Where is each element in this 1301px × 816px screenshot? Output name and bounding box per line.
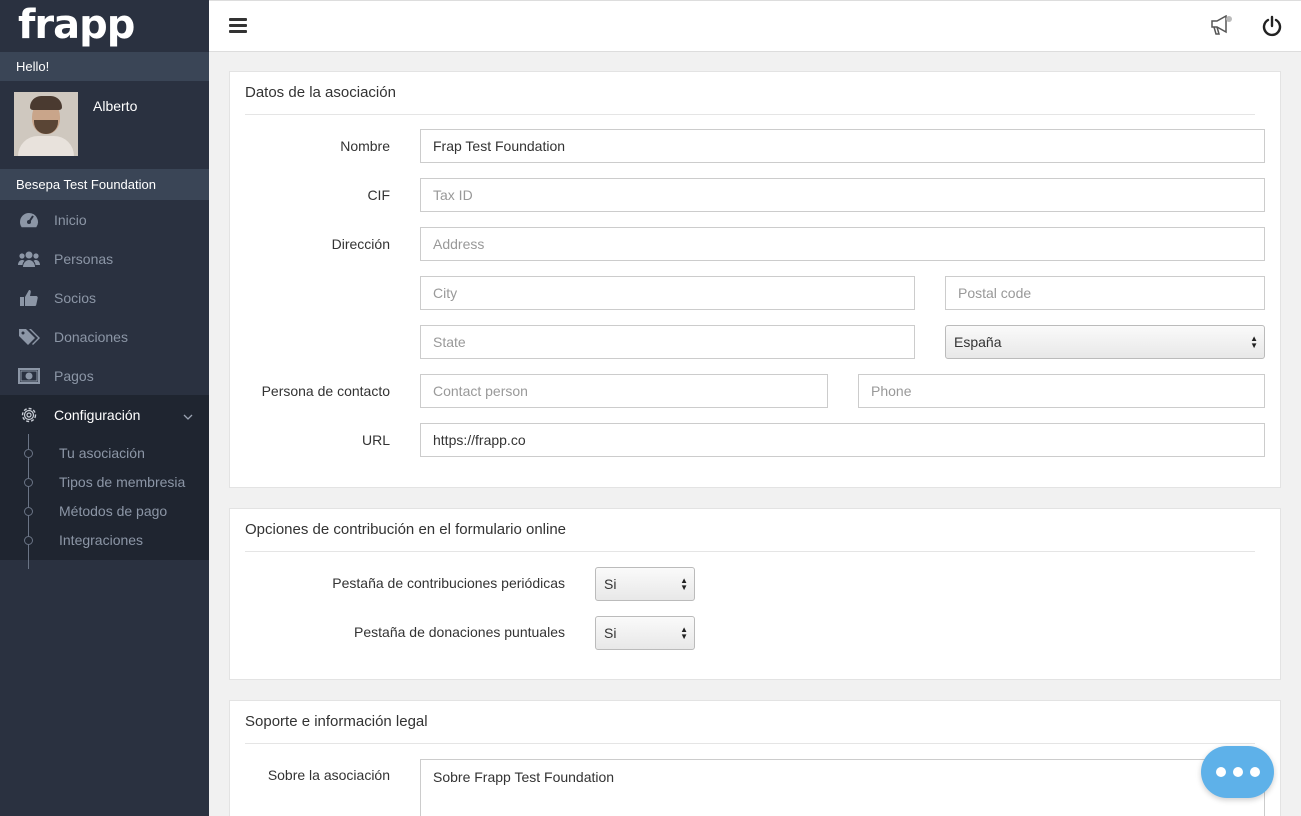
sidebar-item-label: Socios: [54, 289, 97, 306]
panel-title: Soporte e información legal: [245, 713, 428, 730]
sidebar-item-inicio[interactable]: Inicio: [0, 200, 209, 239]
sidebar: frapp Hello! Alberto Besepa Test Foundat…: [0, 0, 209, 816]
submenu-item-tu-asociacion[interactable]: Tu asociación: [0, 438, 209, 467]
money-icon: [18, 366, 40, 386]
sidebar-item-label: Configuración: [54, 406, 141, 423]
chevron-down-icon: [183, 407, 193, 423]
dashboard-icon: [18, 210, 40, 230]
organization-name: Besepa Test Foundation: [0, 169, 209, 200]
submenu-label: Tipos de membresia: [59, 473, 186, 490]
user-name: Alberto: [93, 98, 138, 114]
sidebar-item-label: Donaciones: [54, 328, 128, 345]
select-arrows-icon: ▲ ▼: [1250, 334, 1258, 350]
hamburger-icon[interactable]: [229, 18, 247, 34]
topbar: [209, 0, 1301, 52]
periodic-tab-label: Pestaña de contribuciones periódicas: [332, 575, 565, 591]
sidebar-item-label: Pagos: [54, 367, 94, 384]
country-value: España: [954, 334, 1002, 350]
submenu-label: Métodos de pago: [59, 502, 168, 519]
sidebar-item-pagos[interactable]: Pagos: [0, 356, 209, 395]
state-field[interactable]: [420, 325, 915, 359]
periodic-tab-select[interactable]: Si ▲ ▼: [595, 567, 695, 601]
country-select[interactable]: España ▲ ▼: [945, 325, 1265, 359]
user-profile: Alberto: [0, 81, 209, 169]
city-field[interactable]: [420, 276, 915, 310]
address-field[interactable]: [420, 227, 1265, 261]
contact-label: Persona de contacto: [261, 383, 390, 399]
submenu-label: Integraciones: [59, 531, 144, 548]
sidebar-item-donaciones[interactable]: Donaciones: [0, 317, 209, 356]
contact-person-field[interactable]: [420, 374, 828, 408]
chat-bubble-icon[interactable]: [1201, 746, 1274, 798]
url-field[interactable]: [420, 423, 1265, 457]
about-label: Sobre la asociación: [267, 767, 390, 783]
about-value: Sobre Frapp Test Foundation: [433, 769, 615, 785]
panel-title: Opciones de contribución en el formulari…: [245, 521, 567, 538]
megaphone-icon[interactable]: [1210, 14, 1234, 42]
tags-icon: [18, 327, 40, 347]
about-textarea[interactable]: Sobre Frapp Test Foundation: [420, 759, 1265, 816]
legal-panel: Soporte e información legal Sobre la aso…: [229, 700, 1281, 816]
cif-label: CIF: [367, 187, 390, 203]
phone-field[interactable]: [858, 374, 1265, 408]
oneoff-tab-label: Pestaña de donaciones puntuales: [354, 624, 565, 640]
configuracion-submenu: Tu asociación Tipos de membresia Métodos…: [0, 434, 209, 569]
name-field[interactable]: [420, 129, 1265, 163]
submenu-item-metodos-pago[interactable]: Métodos de pago: [0, 496, 209, 525]
contribution-panel: Opciones de contribución en el formulari…: [229, 508, 1281, 680]
bullet-icon: [24, 507, 33, 516]
select-arrows-icon: ▲ ▼: [680, 576, 688, 592]
greeting: Hello!: [0, 52, 209, 81]
submenu-item-tipos-membresia[interactable]: Tipos de membresia: [0, 467, 209, 496]
association-panel: Datos de la asociación Nombre CIF Direcc…: [229, 71, 1281, 488]
gear-icon: [18, 405, 40, 425]
thumbs-up-icon: [18, 288, 40, 308]
address-label: Dirección: [331, 236, 390, 252]
logo-text: frapp: [18, 2, 135, 48]
bullet-icon: [24, 536, 33, 545]
submenu-item-integraciones[interactable]: Integraciones: [0, 525, 209, 554]
name-label: Nombre: [340, 138, 390, 154]
users-icon: [18, 249, 40, 269]
sidebar-item-label: Inicio: [54, 211, 87, 228]
sidebar-item-label: Personas: [54, 250, 114, 267]
oneoff-tab-select[interactable]: Si ▲ ▼: [595, 616, 695, 650]
panel-title: Datos de la asociación: [245, 84, 396, 101]
submenu-label: Tu asociación: [59, 444, 145, 461]
cif-field[interactable]: [420, 178, 1265, 212]
select-value: Si: [604, 625, 617, 641]
power-icon[interactable]: [1262, 15, 1282, 42]
url-label: URL: [361, 432, 390, 448]
bullet-icon: [24, 478, 33, 487]
sidebar-item-socios[interactable]: Socios: [0, 278, 209, 317]
brand-logo[interactable]: frapp: [0, 0, 209, 52]
sidebar-item-configuracion[interactable]: Configuración: [0, 395, 209, 434]
select-arrows-icon: ▲ ▼: [680, 625, 688, 641]
bullet-icon: [24, 449, 33, 458]
sidebar-item-personas[interactable]: Personas: [0, 239, 209, 278]
avatar[interactable]: [14, 92, 78, 156]
postal-code-field[interactable]: [945, 276, 1265, 310]
select-value: Si: [604, 576, 617, 592]
